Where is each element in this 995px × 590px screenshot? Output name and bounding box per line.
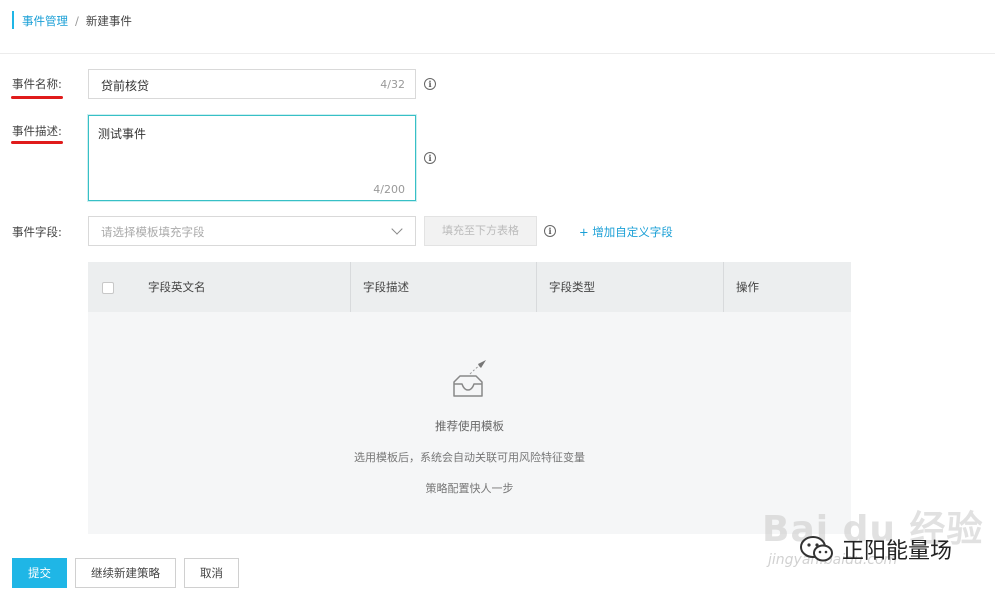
info-icon[interactable]: i bbox=[424, 78, 436, 90]
continue-new-strategy-button[interactable]: 继续新建策略 bbox=[75, 558, 176, 588]
event-name-label: 事件名称: bbox=[12, 77, 62, 91]
chevron-down-icon bbox=[391, 223, 403, 235]
column-header-english-name: 字段英文名 bbox=[148, 280, 206, 294]
brand-name: 正阳能量场 bbox=[842, 539, 953, 564]
column-header-type: 字段类型 bbox=[549, 280, 595, 294]
breadcrumb-current: 新建事件 bbox=[85, 14, 132, 28]
info-icon[interactable]: i bbox=[544, 225, 556, 237]
column-header-actions: 操作 bbox=[736, 280, 759, 294]
breadcrumb-accent-bar bbox=[12, 11, 14, 29]
event-description-textarea[interactable]: 测试事件 4/200 bbox=[88, 115, 416, 201]
breadcrumb-event-management[interactable]: 事件管理 bbox=[22, 13, 68, 29]
info-icon[interactable]: i bbox=[424, 152, 436, 164]
event-description-label: 事件描述: bbox=[12, 124, 62, 138]
column-header-description: 字段描述 bbox=[363, 280, 409, 294]
fields-table: 字段英文名 字段描述 字段类型 操作 推荐使用模板 选用模板后，系统会自动关联可… bbox=[88, 262, 851, 534]
event-description-count: 4/200 bbox=[373, 183, 405, 196]
breadcrumb: 事件管理 / 新建事件 bbox=[22, 13, 132, 29]
table-header: 字段英文名 字段描述 字段类型 操作 bbox=[88, 262, 851, 312]
empty-inbox-icon bbox=[453, 360, 486, 397]
event-name-value: 贷前核贷 bbox=[101, 79, 150, 93]
submit-button[interactable]: 提交 bbox=[12, 558, 67, 588]
select-all-checkbox[interactable] bbox=[102, 282, 114, 294]
empty-line-1: 选用模板后，系统会自动关联可用风险特征变量 bbox=[354, 451, 585, 464]
red-underline-description bbox=[11, 141, 63, 144]
breadcrumb-separator: / bbox=[75, 14, 79, 28]
template-field-select[interactable]: 请选择模板填充字段 bbox=[88, 216, 416, 246]
fill-table-button[interactable]: 填充至下方表格 bbox=[424, 216, 537, 246]
empty-title: 推荐使用模板 bbox=[435, 419, 504, 433]
select-placeholder: 请选择模板填充字段 bbox=[101, 225, 205, 239]
event-description-value: 测试事件 bbox=[98, 127, 147, 141]
page: 事件管理 / 新建事件 事件名称: 贷前核贷 4/32 i 事件描述: 测试事件… bbox=[0, 0, 995, 590]
column-divider bbox=[536, 262, 537, 312]
page-header: 事件管理 / 新建事件 bbox=[0, 0, 995, 54]
wechat-icon bbox=[800, 536, 833, 562]
brand-watermark: 正阳能量场 bbox=[800, 533, 952, 565]
red-underline-name bbox=[11, 96, 63, 99]
event-name-count: 4/32 bbox=[380, 78, 405, 91]
event-name-input[interactable]: 贷前核贷 4/32 bbox=[88, 69, 416, 99]
empty-line-2: 策略配置快人一步 bbox=[425, 482, 514, 495]
add-custom-field-link[interactable]: + 增加自定义字段 bbox=[579, 224, 673, 240]
cancel-button[interactable]: 取消 bbox=[184, 558, 239, 588]
column-divider bbox=[723, 262, 724, 312]
column-divider bbox=[350, 262, 351, 312]
event-fields-label: 事件字段: bbox=[12, 225, 62, 239]
